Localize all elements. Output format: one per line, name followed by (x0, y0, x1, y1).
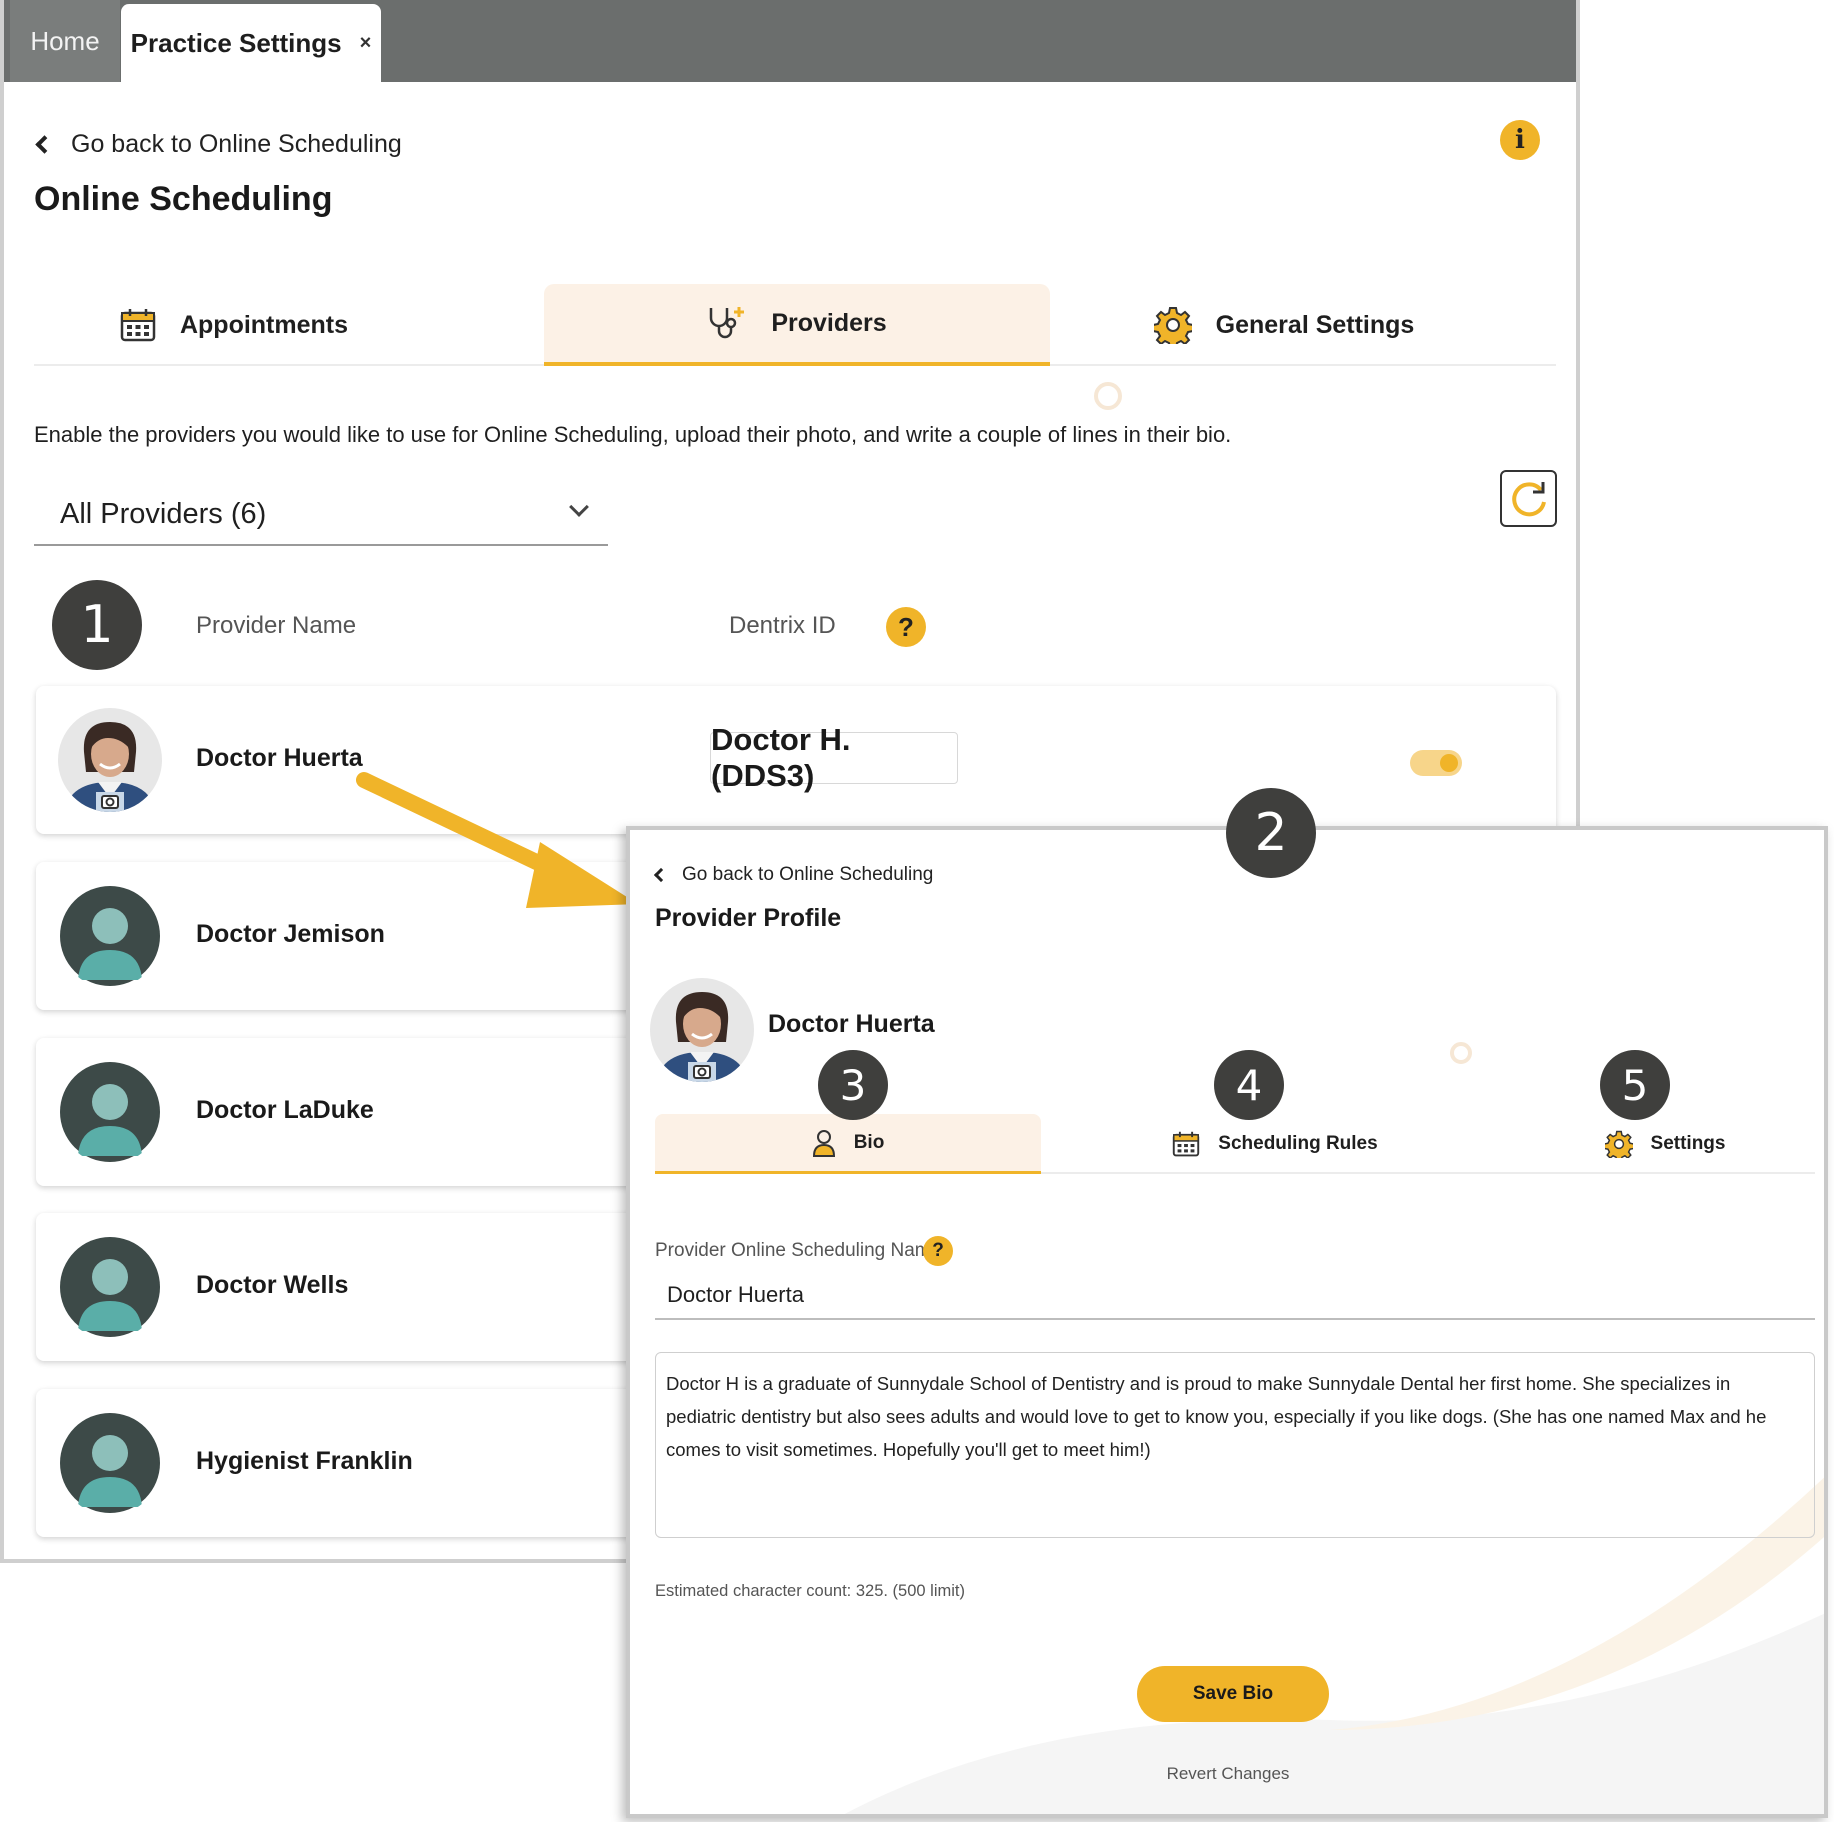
provider-photo[interactable] (58, 1411, 162, 1515)
tab-home[interactable]: Home (10, 0, 120, 82)
step-badge-1: 1 (52, 580, 142, 670)
person-placeholder-icon (60, 1413, 160, 1513)
provider-name: Hygienist Franklin (196, 1447, 413, 1475)
provider-name: Doctor LaDuke (196, 1096, 374, 1124)
tab-practice-settings[interactable]: Practice Settings × (121, 4, 381, 82)
tab-general-settings-label: General Settings (1215, 310, 1415, 339)
column-header-dentrix-id: Dentrix ID (729, 612, 836, 639)
main-tabs: Appointments Providers General Settings (34, 284, 1556, 366)
dentrix-id: Doctor H. (DDS3) (710, 722, 958, 793)
step-badge-5: 5 (1600, 1050, 1670, 1120)
page-title: Online Scheduling (34, 180, 333, 218)
calendar-icon (120, 309, 156, 342)
tab-providers[interactable]: Providers (544, 284, 1050, 366)
doctor-photo-avatar (58, 708, 162, 812)
decorative-circle (1450, 1042, 1472, 1064)
online-scheduling-name-input[interactable]: Doctor Huerta (655, 1264, 1815, 1320)
column-header-provider-name: Provider Name (196, 612, 357, 639)
step-badge-3: 3 (818, 1050, 888, 1120)
person-placeholder-icon (60, 886, 160, 986)
chevron-left-icon (35, 135, 54, 154)
save-bio-button[interactable]: Save Bio (1137, 1666, 1329, 1722)
calendar-icon (1173, 1131, 1200, 1157)
back-to-online-scheduling-link[interactable]: Go back to Online Scheduling (34, 130, 402, 159)
decorative-circle (1094, 382, 1122, 410)
refresh-icon (1511, 481, 1546, 516)
gear-icon (1604, 1130, 1633, 1158)
chevron-down-icon (569, 497, 589, 517)
provider-photo[interactable] (58, 1060, 162, 1164)
tab-bio[interactable]: Bio (655, 1114, 1041, 1174)
profile-provider-name: Doctor Huerta (768, 1010, 935, 1038)
provider-photo[interactable] (58, 884, 162, 988)
refresh-button[interactable] (1500, 470, 1557, 527)
callout-arrow (356, 772, 638, 908)
bio-textarea[interactable]: Doctor H is a graduate of Sunnydale Scho… (655, 1352, 1815, 1538)
provider-name: Doctor Wells (196, 1271, 349, 1299)
person-placeholder-icon (60, 1237, 160, 1337)
provider-profile-window: Go back to Online Scheduling Provider Pr… (626, 826, 1828, 1818)
step-badge-2: 2 (1226, 788, 1316, 878)
tab-appointments-label: Appointments (179, 310, 349, 339)
provider-row[interactable]: Doctor Huerta Doctor H. (DDS3) (36, 686, 1556, 834)
profile-photo[interactable] (650, 978, 754, 1082)
help-icon[interactable]: ? (886, 607, 926, 647)
provider-name: Doctor Huerta (196, 744, 363, 772)
back-to-online-scheduling-link[interactable]: Go back to Online Scheduling (652, 864, 933, 886)
tab-scheduling-rules-label: Scheduling Rules (1218, 1133, 1378, 1154)
step-badge-4: 4 (1214, 1050, 1284, 1120)
character-count: Estimated character count: 325. (500 lim… (655, 1582, 965, 1600)
stethoscope-icon (710, 307, 745, 339)
doctor-photo-avatar (650, 978, 754, 1082)
revert-changes-link[interactable]: Revert Changes (630, 1764, 1824, 1784)
close-icon[interactable]: × (360, 32, 372, 55)
tab-bio-label: Bio (853, 1131, 885, 1153)
profile-tabs: Bio Scheduling Rules Settings (655, 1114, 1815, 1174)
tab-providers-label: Providers (771, 308, 887, 337)
gear-icon (1153, 307, 1192, 344)
tab-scheduling-rules[interactable]: Scheduling Rules (1125, 1114, 1425, 1174)
back-link-label: Go back to Online Scheduling (71, 130, 402, 158)
person-placeholder-icon (60, 1062, 160, 1162)
provider-name: Doctor Jemison (196, 920, 385, 948)
online-scheduling-name-label: Provider Online Scheduling Name (655, 1240, 942, 1261)
chevron-left-icon (653, 867, 669, 883)
provider-filter-value: All Providers (6) (60, 497, 267, 530)
provider-photo[interactable] (58, 1235, 162, 1339)
person-icon (812, 1129, 835, 1157)
tab-appointments[interactable]: Appointments (34, 284, 434, 366)
tab-practice-settings-label: Practice Settings (130, 27, 342, 58)
browser-tab-bar: Home Practice Settings × (4, 0, 1576, 82)
back-link-label: Go back to Online Scheduling (682, 864, 934, 885)
provider-enabled-toggle[interactable] (1410, 750, 1462, 776)
help-icon[interactable]: ? (923, 1236, 953, 1266)
profile-title: Provider Profile (655, 904, 842, 932)
page-description: Enable the providers you would like to u… (34, 422, 1232, 447)
tab-settings-label: Settings (1650, 1133, 1726, 1154)
toggle-knob (1440, 754, 1458, 772)
tab-general-settings[interactable]: General Settings (1134, 284, 1434, 366)
provider-filter-select[interactable]: All Providers (6) (34, 484, 608, 546)
info-icon[interactable]: i (1500, 120, 1540, 160)
tab-settings[interactable]: Settings (1515, 1114, 1815, 1174)
provider-photo[interactable] (58, 708, 162, 812)
